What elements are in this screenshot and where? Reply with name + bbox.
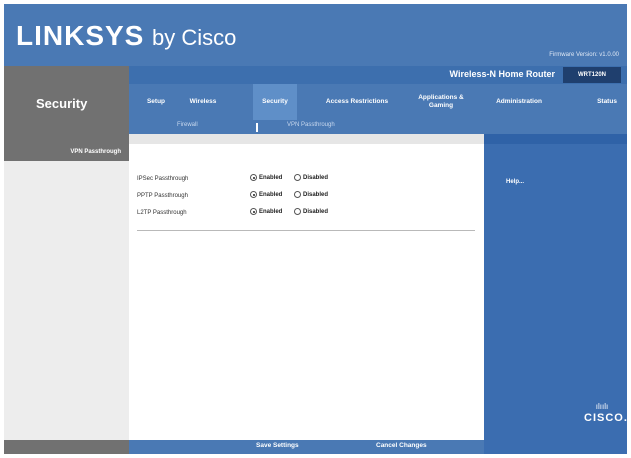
main-content: IPSec Passthrough Enabled Disabled PPTP …: [129, 144, 484, 440]
pptp-enabled-radio[interactable]: [250, 191, 257, 198]
tab-security[interactable]: Security: [253, 84, 297, 120]
help-link[interactable]: Help...: [506, 179, 524, 185]
main-tabs: Setup Wireless Security Access Restricti…: [129, 84, 627, 120]
model-badge: WRT120N: [563, 67, 621, 83]
tab-applications-gaming[interactable]: Applications & Gaming: [411, 84, 471, 120]
l2tp-disabled-radio[interactable]: [294, 208, 301, 215]
ipsec-enabled-radio[interactable]: [250, 174, 257, 181]
tab-administration[interactable]: Administration: [481, 84, 557, 120]
section-title-text: Security: [36, 96, 88, 111]
logo-by: by Cisco: [152, 25, 237, 50]
l2tp-label: L2TP Passthrough: [137, 210, 187, 216]
pptp-disabled-label: Disabled: [303, 191, 329, 198]
cisco-logo: ılıılı CISCO.: [584, 402, 627, 424]
product-name: Wireless-N Home Router: [449, 69, 555, 79]
left-sidebar: VPN Passthrough: [4, 144, 129, 440]
section-title: Security: [4, 66, 129, 144]
help-top-strip: [484, 134, 627, 144]
footer-bar: Save Settings Cancel Changes: [4, 440, 627, 454]
pptp-passthrough-row: PPTP Passthrough Enabled Disabled: [137, 191, 477, 203]
footer-right: [484, 440, 627, 454]
help-panel: Help... ılıılı CISCO.: [484, 144, 627, 440]
l2tp-enabled-option[interactable]: Enabled: [250, 208, 282, 215]
subtab-firewall[interactable]: Firewall: [177, 122, 198, 128]
ipsec-disabled-radio[interactable]: [294, 174, 301, 181]
content-divider: [137, 230, 475, 231]
pptp-enabled-option[interactable]: Enabled: [250, 191, 282, 198]
cisco-wordmark: CISCO.: [584, 412, 627, 424]
ipsec-disabled-label: Disabled: [303, 174, 329, 181]
pptp-disabled-radio[interactable]: [294, 191, 301, 198]
content-top-strip: [129, 134, 627, 144]
ipsec-label: IPSec Passthrough: [137, 176, 189, 182]
router-admin-window: LINKSYS by Cisco Firmware Version: v1.0.…: [4, 4, 627, 454]
footer-left: [4, 440, 129, 454]
ipsec-disabled-option[interactable]: Disabled: [294, 174, 328, 181]
save-settings-button[interactable]: Save Settings: [256, 442, 299, 449]
subtab-separator: [256, 123, 258, 132]
logo-main: LINKSYS: [16, 20, 145, 51]
header: LINKSYS by Cisco Firmware Version: v1.0.…: [4, 4, 627, 66]
tab-wireless[interactable]: Wireless: [181, 84, 225, 120]
l2tp-passthrough-row: L2TP Passthrough Enabled Disabled: [137, 208, 477, 220]
subtab-vpn-passthrough[interactable]: VPN Passthrough: [287, 122, 335, 128]
tab-access-restrictions[interactable]: Access Restrictions: [307, 84, 407, 120]
pptp-enabled-label: Enabled: [259, 191, 283, 198]
sidebar-item-vpn-passthrough: VPN Passthrough: [4, 144, 129, 161]
linksys-logo: LINKSYS by Cisco: [16, 20, 236, 52]
sidebar-item-label: VPN Passthrough: [70, 149, 121, 155]
tab-status[interactable]: Status: [589, 84, 625, 120]
l2tp-enabled-radio[interactable]: [250, 208, 257, 215]
product-bar: Wireless-N Home Router WRT120N: [129, 66, 627, 84]
l2tp-disabled-option[interactable]: Disabled: [294, 208, 328, 215]
pptp-disabled-option[interactable]: Disabled: [294, 191, 328, 198]
sub-tabs: Firewall VPN Passthrough: [129, 120, 627, 134]
firmware-version: Firmware Version: v1.0.00: [549, 52, 619, 58]
ipsec-enabled-label: Enabled: [259, 174, 283, 181]
cancel-changes-button[interactable]: Cancel Changes: [376, 442, 427, 449]
cisco-bars-icon: ılıılı: [595, 402, 609, 411]
l2tp-disabled-label: Disabled: [303, 208, 329, 215]
pptp-label: PPTP Passthrough: [137, 193, 188, 199]
tab-setup[interactable]: Setup: [139, 84, 173, 120]
l2tp-enabled-label: Enabled: [259, 208, 283, 215]
ipsec-passthrough-row: IPSec Passthrough Enabled Disabled: [137, 174, 477, 186]
ipsec-enabled-option[interactable]: Enabled: [250, 174, 282, 181]
